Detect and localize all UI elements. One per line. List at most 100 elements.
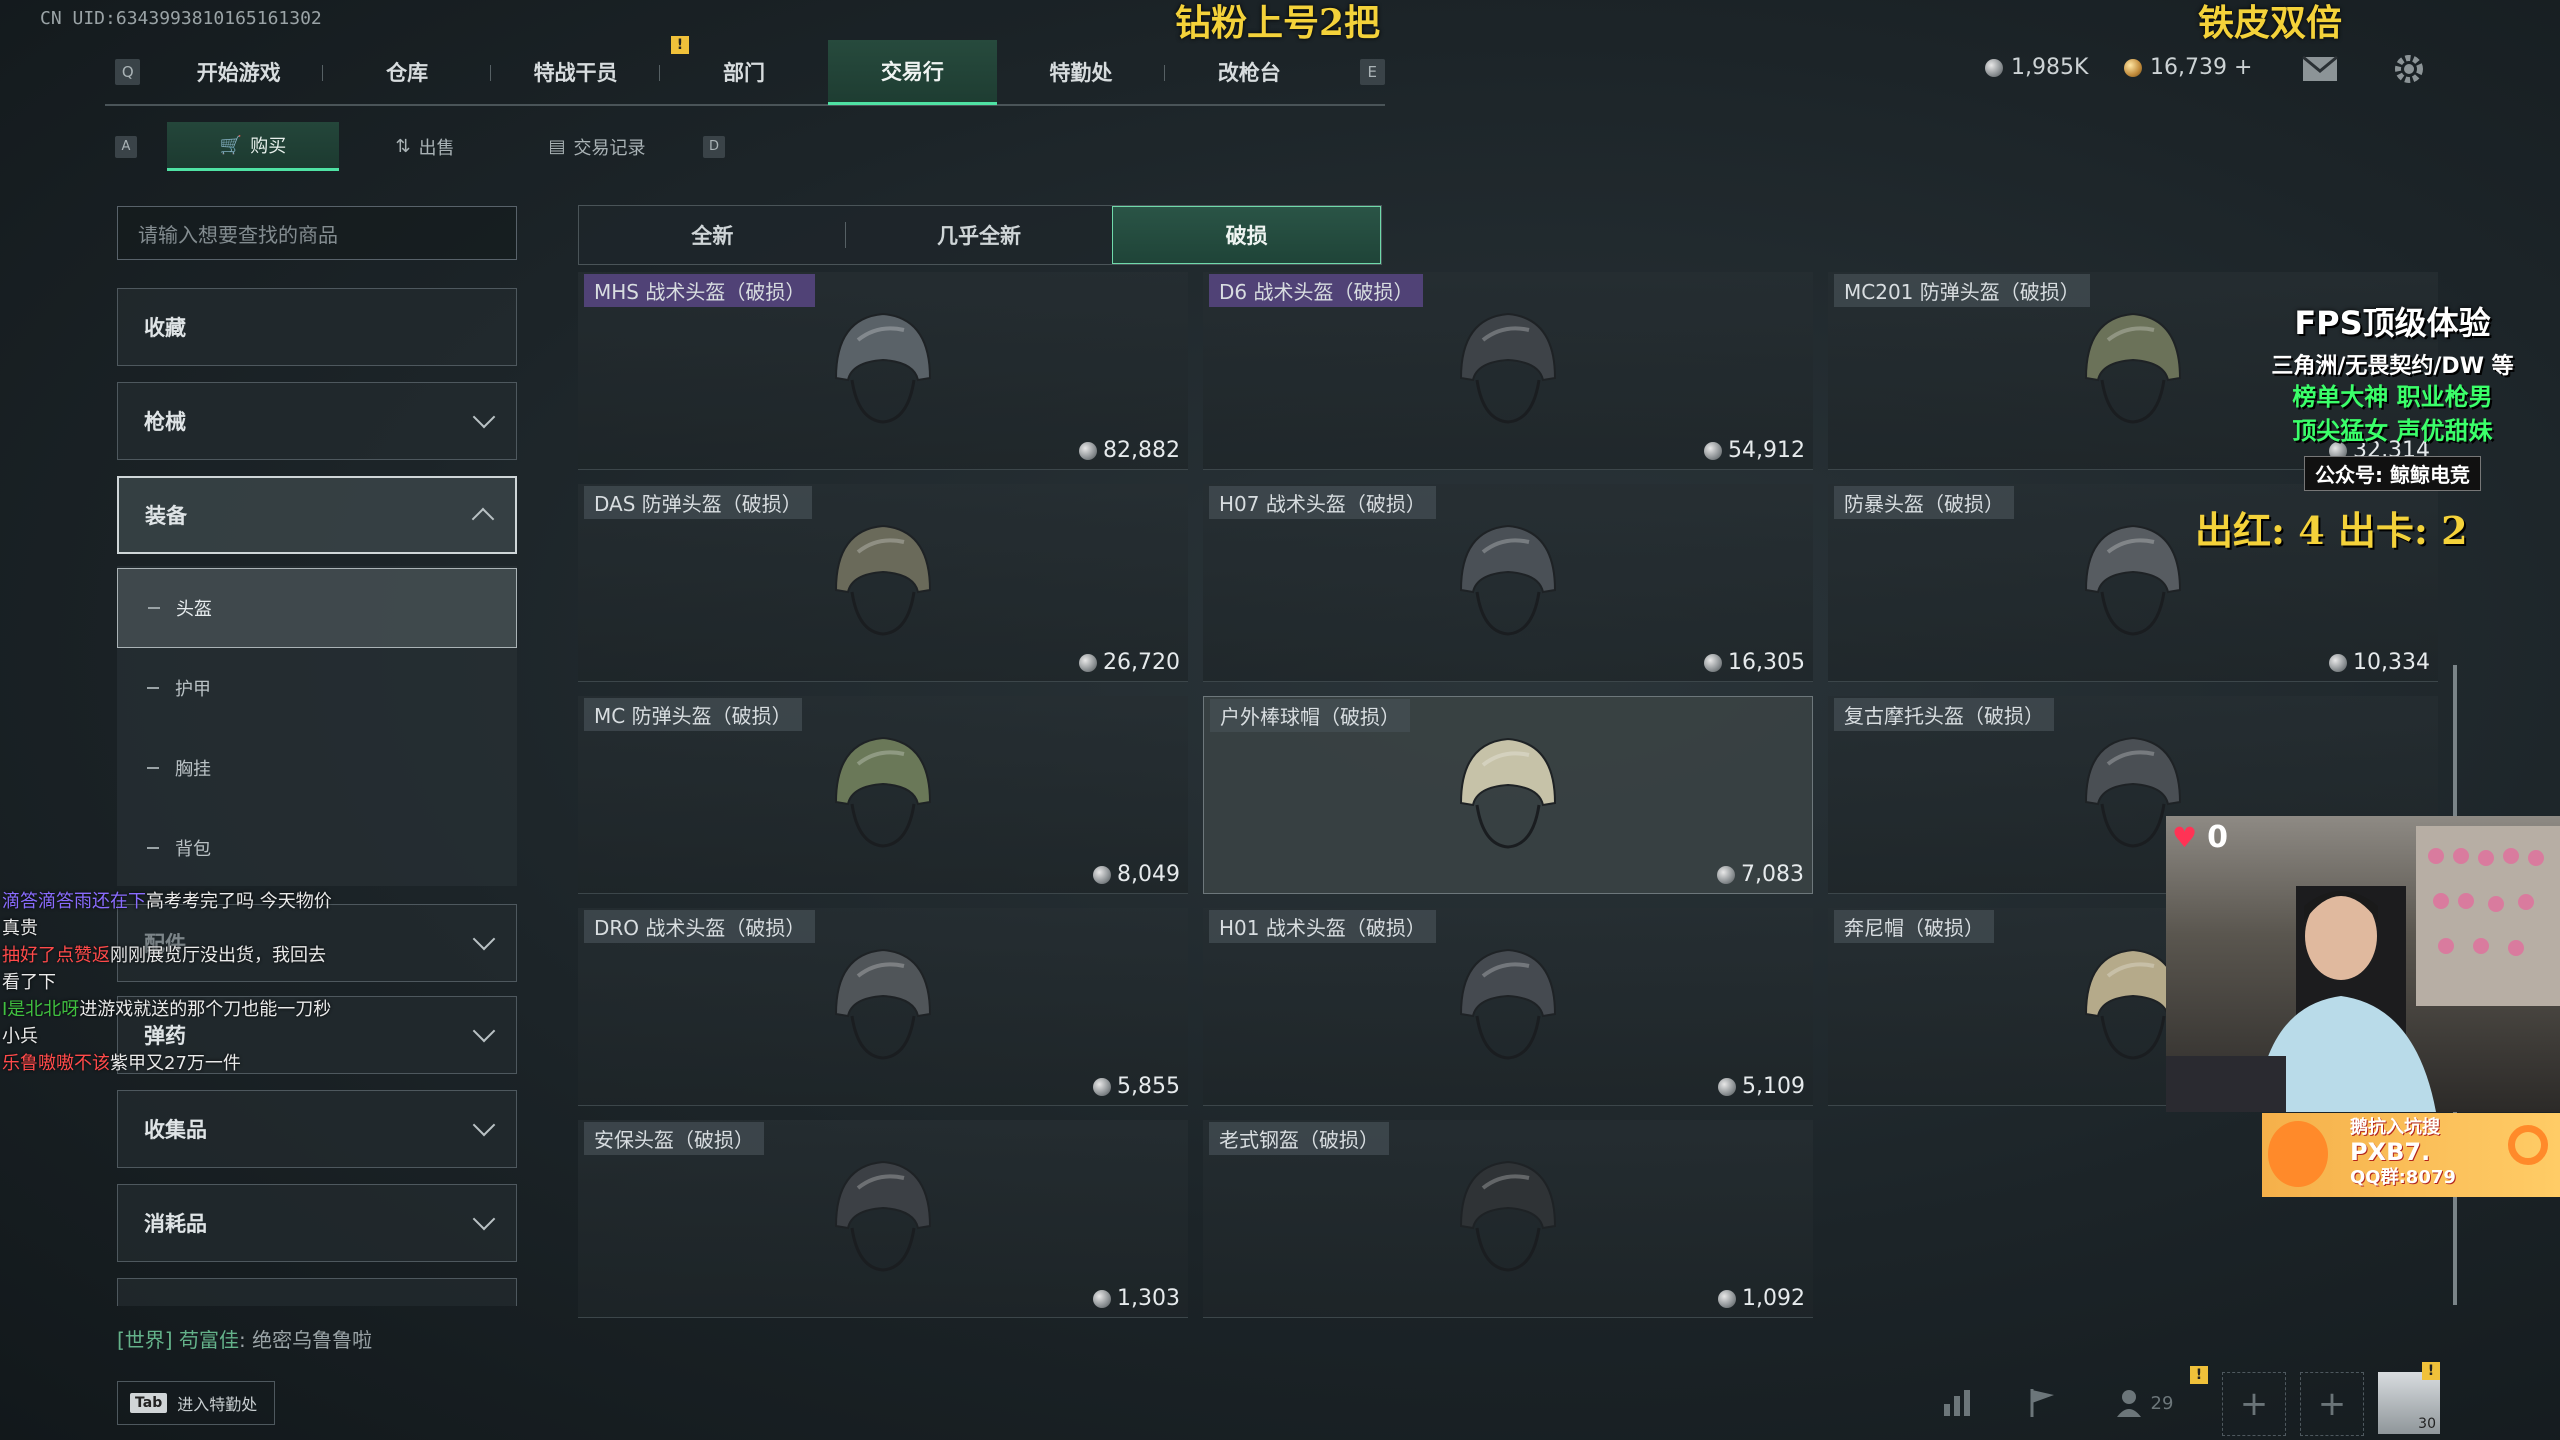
category-weapons[interactable]: 枪械	[117, 382, 517, 460]
category-label: 收藏	[144, 316, 186, 340]
silver-coin-icon	[1985, 58, 2003, 77]
heart-count: 0	[2207, 820, 2228, 855]
item-price-value: 82,882	[1103, 438, 1180, 463]
dash-icon	[148, 607, 160, 609]
item-card[interactable]: MC 防弹头盔（破损） 8,049	[578, 696, 1188, 894]
friends-icon	[2116, 1390, 2141, 1417]
item-name: 老式钢盔（破损）	[1209, 1122, 1389, 1155]
mail-icon[interactable]	[2302, 55, 2338, 86]
chat-username: 抽好了点赞返	[2, 945, 110, 966]
silver-coin-icon	[1704, 441, 1723, 460]
subcategory-helmet[interactable]: 头盔	[117, 568, 517, 648]
condition-almost-new[interactable]: 几乎全新	[846, 206, 1113, 264]
stream-promo: FPS顶级体验 三角洲/无畏契约/DW 等 榜单大神 职业枪男 顶尖猛女 声优甜…	[2225, 298, 2560, 491]
helmet-icon	[834, 948, 932, 1060]
team-slot-add-button[interactable]: +	[2222, 1372, 2286, 1436]
chevron-down-icon	[472, 927, 496, 951]
dash-icon	[147, 767, 159, 769]
item-card[interactable]: 安保头盔（破损） 1,303	[578, 1120, 1188, 1318]
item-price-value: 7,083	[1741, 862, 1804, 887]
silver-coin-icon	[1718, 1077, 1737, 1096]
search-input[interactable]: 请输入想要查找的商品	[117, 206, 517, 260]
tab-warehouse[interactable]: 仓库	[323, 41, 492, 103]
silver-coin-icon	[1093, 1289, 1112, 1308]
helmet-icon	[2084, 312, 2182, 424]
chat-message: 乐鲁嗷嗷不该紫甲又27万一件	[2, 1050, 332, 1077]
tab-trade-history[interactable]: ▤ 交易记录	[511, 124, 683, 170]
helmet-icon	[834, 736, 932, 848]
condition-damaged[interactable]: 破损	[1112, 206, 1382, 264]
subcategory-label: 护甲	[175, 679, 211, 700]
item-card[interactable]: MHS 战术头盔（破损） 82,882	[578, 272, 1188, 470]
chat-message: 看了下	[2, 969, 332, 996]
nav-next-key[interactable]: E	[1359, 59, 1385, 85]
item-card[interactable]: DRO 战术头盔（破损） 5,855	[578, 908, 1188, 1106]
item-card[interactable]: H01 战术头盔（破损） 5,109	[1203, 908, 1813, 1106]
item-price-value: 54,912	[1728, 438, 1805, 463]
chat-username: I是北北呀	[2, 999, 80, 1020]
avatar-notice-badge: !	[2422, 1362, 2440, 1380]
promo-subtitle: 三角洲/无畏契约/DW 等	[2271, 354, 2514, 379]
silver-coin-icon	[1718, 1289, 1737, 1308]
tab-start-game[interactable]: 开始游戏	[154, 41, 324, 103]
silver-coin-icon	[2329, 653, 2348, 672]
tab-buy[interactable]: 🛒 购买	[167, 122, 339, 171]
item-card[interactable]: D6 战术头盔（破损） 54,912	[1203, 272, 1813, 470]
promo-badge: 公众号: 鲸鲸电竞	[2304, 456, 2481, 491]
subcategory-chest-rig[interactable]: 胸挂	[117, 728, 517, 808]
chevron-down-icon	[472, 405, 496, 429]
friends-count: 29	[2150, 1392, 2174, 1414]
item-price: 1,092	[1718, 1286, 1805, 1311]
settings-gear-icon[interactable]	[2392, 52, 2426, 90]
tab-trading[interactable]: 交易行	[828, 39, 997, 105]
item-name: MC 防弹头盔（破损）	[584, 698, 802, 731]
subcategory-label: 背包	[175, 839, 211, 860]
subnav-next-key[interactable]: D	[703, 135, 725, 158]
team-slot-add-button[interactable]: +	[2300, 1372, 2364, 1436]
stats-icon[interactable]	[1936, 1380, 1982, 1426]
chat-text: 小兵	[2, 1026, 38, 1047]
item-card[interactable]: 老式钢盔（破损） 1,092	[1203, 1120, 1813, 1318]
chat-text: 高考考完了吗 今天物价	[146, 891, 332, 912]
streamer-webcam: ♥ 0	[2166, 816, 2560, 1112]
category-collectibles[interactable]: 收集品	[117, 1090, 517, 1168]
category-favorites[interactable]: 收藏	[117, 288, 517, 366]
gold-currency[interactable]: 16,739 +	[2124, 55, 2252, 80]
tab-sell[interactable]: ⇅ 出售	[339, 124, 511, 170]
subcategory-backpack[interactable]: 背包	[117, 808, 517, 888]
item-price-value: 5,855	[1117, 1074, 1180, 1099]
nav-prev-key[interactable]: Q	[115, 59, 141, 85]
subcategory-label: 头盔	[176, 599, 212, 620]
chat-text: 看了下	[2, 972, 56, 993]
world-chat[interactable]: [世界] 苟富佳: 绝密乌鲁鲁啦	[117, 1324, 372, 1353]
item-price: 5,855	[1093, 1074, 1180, 1099]
item-card[interactable]: 户外棒球帽（破损） 7,083	[1203, 696, 1813, 894]
item-price: 8,049	[1093, 862, 1180, 887]
tab-operators[interactable]: 特战干员	[491, 41, 661, 103]
item-card[interactable]: DAS 防弹头盔（破损） 26,720	[578, 484, 1188, 682]
tab-hint-button[interactable]: Tab 进入特勤处	[117, 1381, 275, 1425]
tab-special-ops[interactable]: 特勤处	[997, 41, 1166, 103]
category-consumables[interactable]: 消耗品	[117, 1184, 517, 1262]
item-card[interactable]: H07 战术头盔（破损） 16,305	[1203, 484, 1813, 682]
item-name: H01 战术头盔（破损）	[1209, 910, 1436, 943]
tab-gunsmith[interactable]: 改枪台	[1165, 41, 1333, 103]
item-price: 16,305	[1704, 650, 1805, 675]
subcategory-armor[interactable]: 护甲	[117, 648, 517, 728]
item-price-value: 26,720	[1103, 650, 1180, 675]
helmet-icon	[1459, 737, 1557, 849]
item-name: 防暴头盔（破损）	[1834, 486, 2014, 519]
chat-message: I是北北呀进游戏就送的那个刀也能一刀秒	[2, 996, 332, 1023]
flag-icon[interactable]	[2020, 1380, 2066, 1426]
condition-new[interactable]: 全新	[579, 206, 846, 264]
item-price-value: 16,305	[1728, 650, 1805, 675]
item-price-value: 1,303	[1117, 1286, 1180, 1311]
subnav-prev-key[interactable]: A	[115, 135, 137, 158]
friends-button[interactable]: 29	[2104, 1380, 2184, 1426]
tab-key: Tab	[130, 1393, 168, 1413]
category-equipment[interactable]: 装备	[117, 476, 517, 554]
item-name: D6 战术头盔（破损）	[1209, 274, 1424, 307]
category-more[interactable]	[117, 1278, 517, 1306]
player-avatar[interactable]: 30	[2378, 1372, 2440, 1434]
item-price: 54,912	[1704, 438, 1805, 463]
